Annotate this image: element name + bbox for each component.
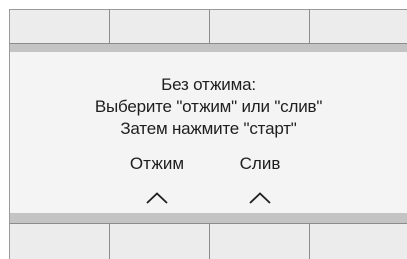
option-label-drain: Слив	[239, 154, 281, 173]
bottom-soft-button-4[interactable]	[310, 223, 407, 259]
bottom-soft-buttons	[10, 223, 407, 259]
top-soft-button-4[interactable]	[310, 10, 407, 44]
top-soft-buttons	[10, 10, 407, 44]
bottom-soft-button-3-drain[interactable]	[210, 223, 310, 259]
lower-divider-band	[10, 213, 407, 223]
message-line-3: Затем нажмите "старт"	[120, 119, 297, 138]
top-soft-button-3[interactable]	[210, 10, 310, 44]
message-panel: Без отжима: Выберите "отжим" или "слив" …	[10, 52, 407, 213]
message-line-2: Выберите "отжим" или "слив"	[94, 97, 323, 116]
bottom-soft-button-1[interactable]	[10, 223, 110, 259]
top-soft-button-2[interactable]	[110, 10, 210, 44]
option-label-spin: Отжим	[129, 154, 185, 173]
message-line-1: Без отжима:	[161, 75, 256, 94]
display-frame: Без отжима: Выберите "отжим" или "слив" …	[9, 9, 407, 259]
chevron-up-icon	[146, 192, 168, 204]
top-soft-button-1[interactable]	[10, 10, 110, 44]
chevron-up-icon	[249, 192, 271, 204]
upper-divider-band	[10, 44, 407, 52]
bottom-soft-button-2-spin[interactable]	[110, 223, 210, 259]
